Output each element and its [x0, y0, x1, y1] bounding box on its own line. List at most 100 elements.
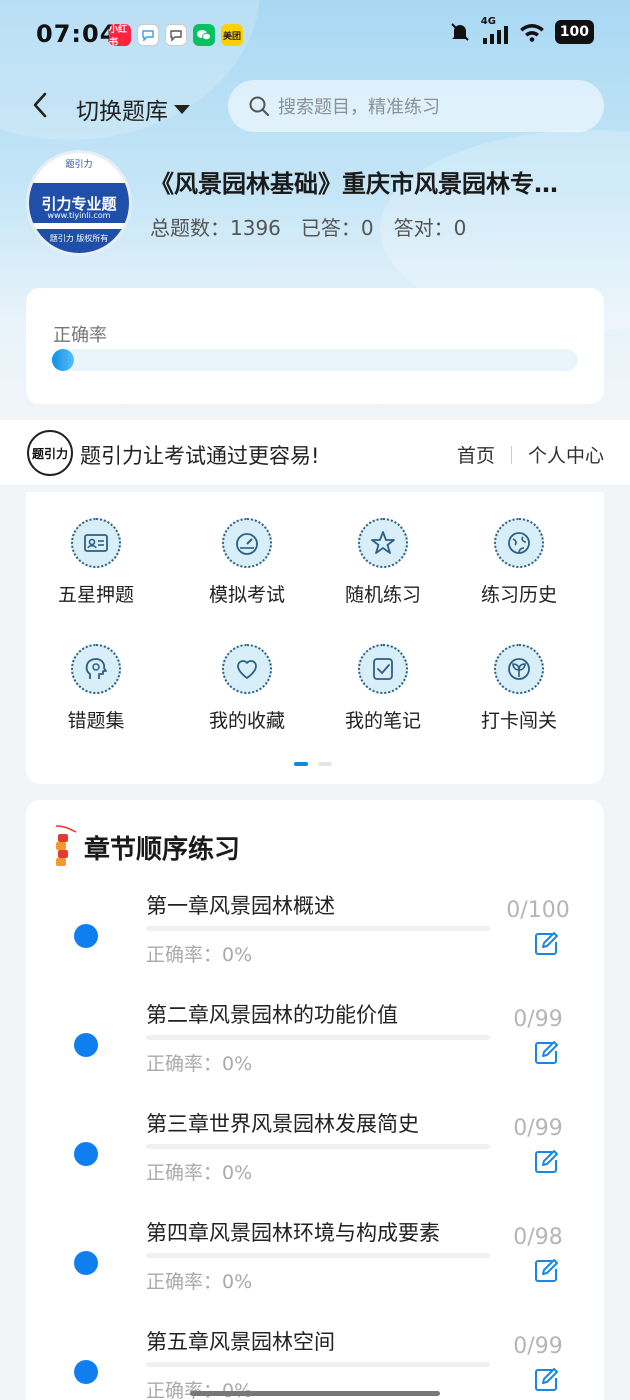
chapter-count: 0/99 — [513, 1116, 563, 1141]
bell-muted-icon — [451, 23, 469, 41]
course-stats: 总题数：1396 已答：0 答对：0 — [150, 212, 466, 241]
chapter-count: 0/99 — [513, 1007, 563, 1032]
search-placeholder: 搜索题目，精准练习 — [278, 97, 440, 118]
back-arrow-icon[interactable] — [26, 90, 56, 120]
banner-slogan: 题引力让考试通过更容易! — [80, 444, 320, 468]
link-divider — [510, 445, 512, 464]
sprout-icon — [494, 644, 544, 694]
feature-grid: 五星押题 模拟考试 随机练习 练习历史 错题集 我的收藏 我的笔记 打卡闯关 — [26, 492, 604, 784]
page-dot[interactable] — [318, 762, 332, 766]
chapter-accuracy: 正确率：0% — [146, 944, 253, 966]
page-indicator — [294, 762, 332, 766]
signal-icon: 4G — [481, 16, 509, 44]
meituan-app-icon: 美团 — [221, 24, 243, 46]
chapter-progress-bar — [146, 1362, 490, 1367]
chapter-name: 第二章风景园林的功能价值 — [146, 1003, 398, 1027]
heart-icon — [222, 644, 272, 694]
personal-center-link[interactable]: 个人中心 — [528, 441, 604, 468]
feature-checkin-challenge[interactable]: 打卡闯关 — [454, 644, 584, 733]
feature-label: 随机练习 — [344, 584, 421, 606]
status-app-icons: 小红书 美团 — [109, 24, 243, 48]
chapter-name: 第三章世界风景园林发展简史 — [146, 1112, 419, 1136]
feature-mock-exam[interactable]: 模拟考试 — [182, 518, 312, 607]
chapter-section-title: 章节顺序练习 — [84, 834, 241, 865]
id-card-icon — [71, 518, 121, 568]
chapter-status-dot — [74, 924, 98, 948]
course-logo-top-text: 题引力 — [65, 160, 93, 170]
edit-icon[interactable] — [532, 1039, 560, 1067]
chapter-accuracy: 正确率：0% — [146, 1053, 253, 1075]
caret-down-icon — [174, 104, 190, 114]
chapter-row[interactable]: 第一章风景园林概述 正确率：0% 0/100 — [26, 884, 604, 992]
course-title: 《风景园林基础》重庆市风景园林专… — [150, 170, 558, 198]
chapter-progress-bar — [146, 1253, 490, 1258]
search-input[interactable]: 搜索题目，精准练习 — [228, 80, 604, 132]
firecracker-icon — [55, 825, 77, 866]
note-check-icon — [358, 644, 408, 694]
status-indicators: 4G 100 — [449, 16, 594, 44]
chapter-accuracy: 正确率：0% — [146, 1380, 253, 1400]
chapter-practice-card: 章节顺序练习 第一章风景园林概述 正确率：0% 0/100 第二章风景园林的功能… — [26, 800, 604, 1400]
xiaohongshu-app-icon: 小红书 — [109, 24, 131, 48]
answered-count: 已答：0 — [300, 216, 374, 240]
chapter-count: 0/100 — [506, 898, 570, 923]
wifi-icon — [519, 24, 544, 42]
switch-question-bank-button[interactable]: 切换题库 — [76, 92, 190, 126]
feature-label: 练习历史 — [480, 584, 557, 606]
home-link[interactable]: 首页 — [457, 441, 495, 468]
accuracy-progress-bar — [52, 349, 578, 371]
chapter-name: 第一章风景园林概述 — [146, 894, 335, 918]
feature-random-practice[interactable]: 随机练习 — [318, 518, 448, 607]
edit-icon[interactable] — [532, 930, 560, 958]
total-questions: 总题数：1396 — [150, 216, 281, 240]
chapter-status-dot — [74, 1033, 98, 1057]
battery-indicator: 100 — [554, 20, 594, 44]
chapter-progress-bar — [146, 1144, 490, 1149]
feature-my-favorites[interactable]: 我的收藏 — [182, 644, 312, 733]
edit-icon[interactable] — [532, 1148, 560, 1176]
chapter-status-dot — [74, 1251, 98, 1275]
chapter-row[interactable]: 第二章风景园林的功能价值 正确率：0% 0/99 — [26, 993, 604, 1101]
star-network-icon — [358, 518, 408, 568]
course-logo-url: www.tiyinli.com — [47, 211, 111, 220]
feature-wrong-questions[interactable]: 错题集 — [31, 644, 161, 733]
edit-icon[interactable] — [532, 1366, 560, 1394]
course-logo: 题引力 引力专业题 www.tiyinli.com 题引力 版权所有 — [26, 150, 132, 256]
status-time: 07:04 — [36, 20, 118, 48]
switch-bank-label: 切换题库 — [76, 99, 168, 125]
chapter-row[interactable]: 第五章风景园林空间 正确率：0% 0/99 — [26, 1320, 604, 1400]
chapter-status-dot — [74, 1360, 98, 1384]
chapter-count: 0/98 — [513, 1225, 563, 1250]
chapter-section-header: 章节顺序练习 — [52, 822, 240, 872]
chapter-row[interactable]: 第三章世界风景园林发展简史 正确率：0% 0/99 — [26, 1102, 604, 1210]
chapter-name: 第四章风景园林环境与构成要素 — [146, 1221, 440, 1245]
chapter-accuracy: 正确率：0% — [146, 1162, 253, 1184]
chapter-accuracy: 正确率：0% — [146, 1271, 253, 1293]
chapter-count: 0/99 — [513, 1334, 563, 1359]
course-logo-copyright: 题引力 版权所有 — [29, 229, 129, 253]
feature-label: 错题集 — [67, 710, 125, 732]
chapter-progress-bar — [146, 926, 490, 931]
feature-my-notes[interactable]: 我的笔记 — [318, 644, 448, 733]
feature-label: 我的笔记 — [344, 710, 421, 732]
chapter-row[interactable]: 第四章风景园林环境与构成要素 正确率：0% 0/98 — [26, 1211, 604, 1319]
accuracy-label: 正确率 — [53, 325, 107, 346]
chat-bubble-app-icon — [137, 24, 159, 46]
feature-practice-history[interactable]: 练习历史 — [454, 518, 584, 607]
feature-five-star-questions[interactable]: 五星押题 — [31, 518, 161, 607]
banner-links: 首页 个人中心 — [457, 441, 604, 468]
home-indicator[interactable] — [190, 1391, 440, 1396]
correct-count: 答对：0 — [393, 216, 467, 240]
page-dot-active[interactable] — [294, 762, 308, 766]
feature-label: 模拟考试 — [208, 584, 285, 606]
chapter-name: 第五章风景园林空间 — [146, 1330, 335, 1354]
globe-clock-icon — [494, 518, 544, 568]
feature-label: 五星押题 — [57, 584, 134, 606]
chat-bubble-2-app-icon — [165, 24, 187, 46]
wechat-app-icon — [193, 24, 215, 46]
edit-icon[interactable] — [532, 1257, 560, 1285]
promo-banner: 题引力 题引力让考试通过更容易! 首页 个人中心 — [0, 420, 630, 486]
speedometer-icon — [222, 518, 272, 568]
brand-logo: 题引力 — [27, 430, 73, 476]
search-icon — [249, 96, 270, 117]
